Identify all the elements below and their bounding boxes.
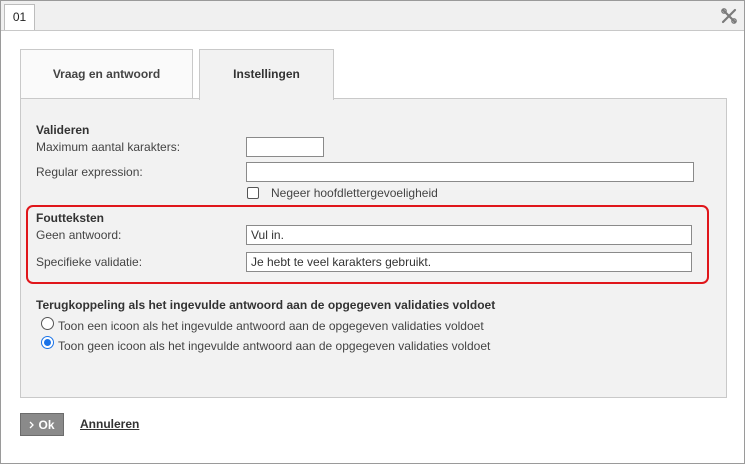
dialog: 01 Vraag en antwoord Instellingen Valide… — [0, 0, 745, 464]
window-tab[interactable]: 01 — [4, 4, 35, 30]
tab-vraag-en-antwoord[interactable]: Vraag en antwoord — [20, 49, 193, 99]
feedback-option-no-icon-radio[interactable] — [41, 336, 54, 349]
ok-button-label: Ok — [38, 417, 55, 432]
no-answer-input[interactable] — [246, 225, 692, 245]
cancel-link[interactable]: Annuleren — [80, 417, 139, 431]
regex-label: Regular expression: — [36, 165, 143, 179]
regex-input[interactable] — [246, 162, 694, 182]
title-bar: 01 — [1, 1, 744, 31]
validate-heading: Valideren — [36, 123, 90, 137]
feedback-heading: Terugkoppeling als het ingevulde antwoor… — [36, 298, 496, 312]
feedback-option-show-icon-radio[interactable] — [41, 317, 54, 330]
max-chars-input[interactable] — [246, 137, 324, 157]
specific-validation-label: Specifieke validatie: — [36, 255, 143, 269]
max-chars-label: Maximum aantal karakters: — [36, 140, 181, 154]
no-answer-label: Geen antwoord: — [36, 228, 122, 242]
ignore-case-label: Negeer hoofdlettergevoeligheid — [271, 186, 438, 200]
close-icon — [721, 8, 737, 24]
tab-instellingen[interactable]: Instellingen — [199, 49, 334, 100]
ignore-case-checkbox[interactable] — [247, 187, 259, 199]
feedback-option-no-icon-label: Toon geen icoon als het ingevulde antwoo… — [58, 339, 491, 353]
errors-heading: Foutteksten — [36, 211, 105, 225]
specific-validation-input[interactable] — [246, 252, 692, 272]
feedback-option-show-icon-label: Toon een icoon als het ingevulde antwoor… — [58, 319, 484, 333]
ok-button[interactable]: Ok — [20, 413, 64, 436]
close-button[interactable] — [718, 6, 740, 26]
chevron-right-icon — [30, 421, 35, 428]
